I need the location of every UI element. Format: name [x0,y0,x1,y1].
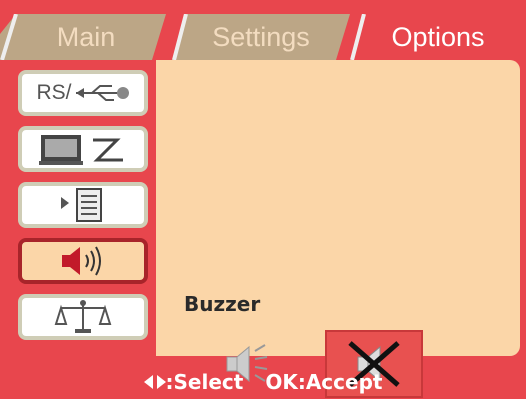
accept-hint: OK:Accept [265,369,383,394]
balance-scale-icon [54,300,112,333]
sidebar: RS/ [8,60,156,356]
select-hint: :Select [165,369,244,394]
content-panel: RS/ Buzzer [8,60,520,398]
sidebar-item-balance[interactable] [18,294,148,340]
sidebar-item-interface-label: RS/ [36,81,72,104]
monitor-icon [39,135,123,165]
tab-options-label: Options [391,21,485,52]
menu-list-icon [61,188,102,222]
tab-settings-label: Settings [212,21,310,52]
sidebar-item-menu[interactable] [18,182,148,228]
tab-main-label: Main [56,21,116,52]
sidebar-item-display[interactable] [18,126,148,172]
speaker-icon [62,246,101,276]
tab-bar: Main Settings Options [0,0,526,60]
footer-hints: :Select OK:Accept [0,364,526,399]
usb-icon [75,85,129,101]
tab-settings[interactable]: Settings [172,14,350,60]
buzzer-label: Buzzer [184,292,261,316]
left-right-arrows-icon [143,374,166,389]
sidebar-item-interface[interactable]: RS/ [18,70,148,116]
tab-options[interactable]: Options [350,14,526,60]
tab-main[interactable]: Main [0,14,172,60]
sidebar-item-sound[interactable] [18,238,148,284]
